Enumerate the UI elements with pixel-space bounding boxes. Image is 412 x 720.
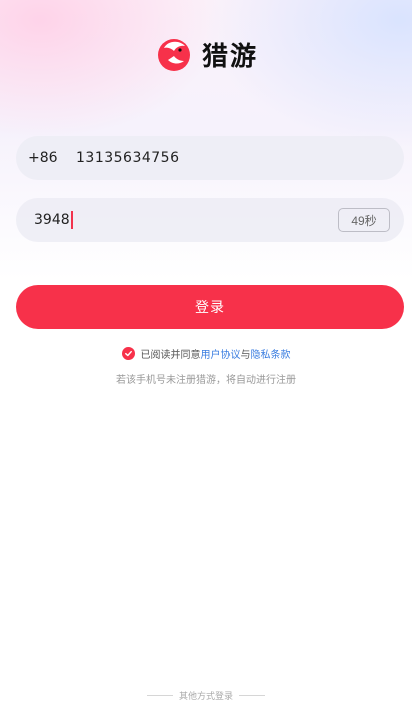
verification-code-input[interactable]: 3948 <box>34 211 73 229</box>
phone-field[interactable]: +86 13135634756 <box>16 136 404 180</box>
resend-code-button[interactable]: 49秒 <box>338 208 390 232</box>
verification-code-field[interactable]: 3948 49秒 <box>16 198 404 242</box>
text-caret <box>70 211 73 229</box>
login-button[interactable]: 登录 <box>16 285 404 329</box>
other-login-label[interactable]: 其他方式登录 <box>179 689 233 702</box>
agreement-prefix: 已阅读并同意 <box>140 350 201 361</box>
dolphin-logo-icon <box>157 39 190 71</box>
app-name: 猎游 <box>201 41 258 72</box>
divider-right <box>239 695 265 696</box>
privacy-policy-link[interactable]: 隐私条款 <box>251 346 291 361</box>
phone-number-input[interactable]: 13135634756 <box>76 150 179 166</box>
login-screen: 猎游 +86 13135634756 3948 49秒 登录 已阅读并同意 用户… <box>0 0 412 720</box>
agreement-row: 已阅读并同意 用户协议 与 隐私条款 <box>0 346 412 361</box>
checkmark-icon <box>124 350 132 357</box>
other-login-section[interactable]: 其他方式登录 <box>0 689 412 702</box>
country-code[interactable]: +86 <box>28 150 76 166</box>
agreement-and: 与 <box>240 350 251 361</box>
app-logo: 猎游 <box>0 34 412 74</box>
agreement-checkbox[interactable] <box>121 347 135 360</box>
auto-register-hint: 若该手机号未注册猎游，将自动进行注册 <box>116 375 296 386</box>
divider-left <box>146 695 173 696</box>
user-agreement-link[interactable]: 用户协议 <box>201 346 241 361</box>
verification-code-value: 3948 <box>34 212 70 228</box>
